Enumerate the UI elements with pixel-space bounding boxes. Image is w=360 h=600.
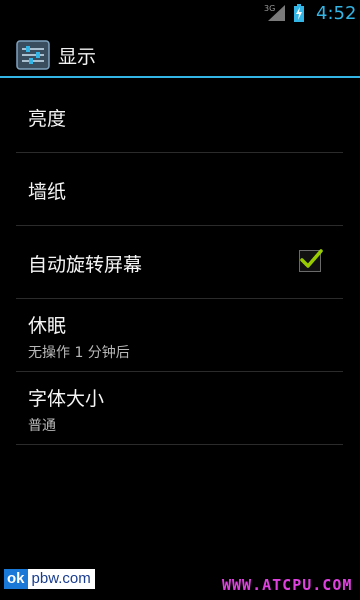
settings-sliders-icon[interactable]	[16, 40, 50, 70]
setting-font-size[interactable]: 字体大小 普通	[16, 372, 343, 445]
battery-charging-icon	[294, 4, 304, 22]
setting-title: 墙纸	[28, 181, 67, 203]
setting-brightness[interactable]: 亮度	[16, 80, 343, 153]
watermark-left: ok pbw.com	[4, 568, 95, 590]
action-bar-divider	[0, 76, 360, 78]
setting-wallpaper[interactable]: 墙纸	[16, 153, 343, 226]
settings-list: 亮度 墙纸 自动旋转屏幕 休眠 无操作 1 分钟后 字体大小 普通	[16, 80, 343, 445]
page-title: 显示	[58, 46, 97, 68]
signal-icon	[268, 5, 285, 21]
watermark-badge: ok	[4, 569, 28, 589]
setting-title: 休眠	[28, 315, 67, 337]
auto-rotate-checkbox[interactable]	[299, 249, 323, 272]
checkmark-icon	[300, 249, 323, 268]
setting-auto-rotate[interactable]: 自动旋转屏幕	[16, 226, 343, 299]
setting-sleep[interactable]: 休眠 无操作 1 分钟后	[16, 299, 343, 372]
setting-title: 自动旋转屏幕	[28, 254, 143, 276]
watermark-text: pbw.com	[27, 569, 95, 589]
setting-title: 亮度	[28, 108, 67, 130]
clock: 4:52	[316, 3, 357, 24]
status-bar: 3G 4:52	[0, 0, 360, 28]
action-bar: 显示	[0, 28, 360, 78]
watermark-right: WWW.ATCPU.COM	[222, 576, 353, 594]
setting-summary: 普通	[28, 418, 56, 434]
screen: 3G 4:52 显示 亮度 墙纸 自动旋转屏幕 休眠 无操作 1 分钟后 字体大…	[0, 0, 360, 600]
setting-summary: 无操作 1 分钟后	[28, 345, 130, 361]
setting-title: 字体大小	[28, 388, 105, 410]
